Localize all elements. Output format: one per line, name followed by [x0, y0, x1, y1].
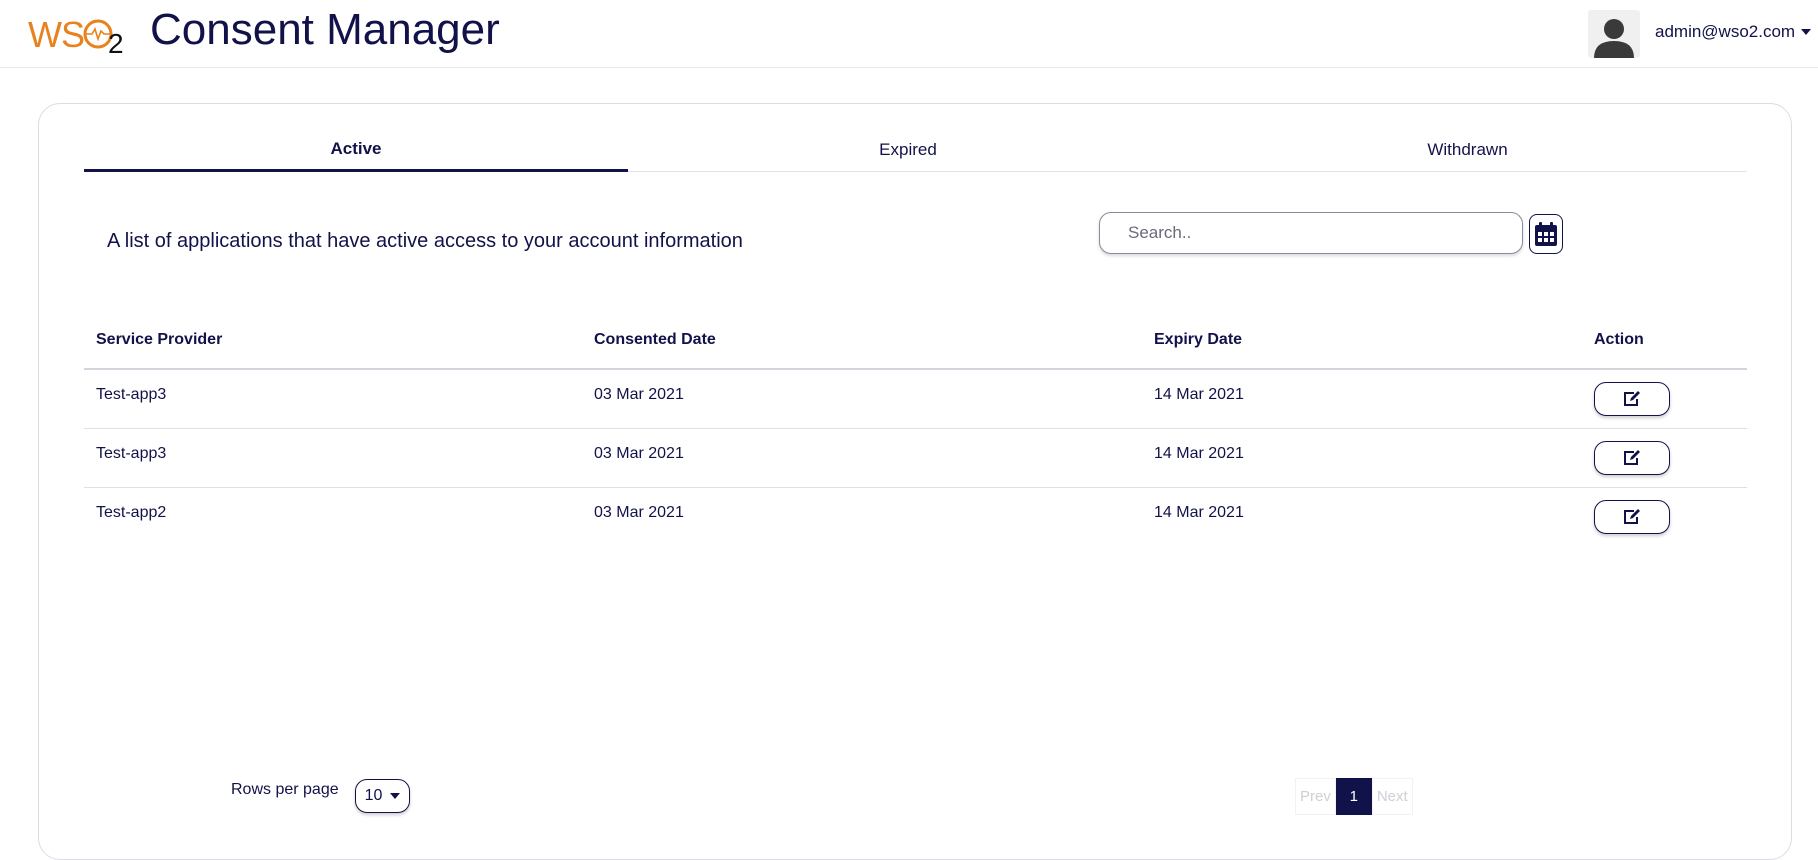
rows-per-page-select[interactable]: 10	[355, 779, 410, 813]
consents-card: Active Expired Withdrawn A list of appli…	[38, 103, 1792, 860]
edit-icon	[1624, 391, 1640, 406]
app-header: WS 2 Consent Manager admin@wso2.com	[0, 0, 1818, 68]
tab-expired[interactable]: Expired	[628, 128, 1188, 172]
pagination: Prev 1 Next	[1295, 778, 1413, 815]
header-consented-date[interactable]: Consented Date	[582, 312, 1142, 370]
calendar-icon	[1535, 222, 1557, 246]
cell-service-provider: Test-app3	[84, 428, 582, 488]
cell-expiry-date: 14 Mar 2021	[1154, 503, 1244, 521]
table-row: Test-app3 03 Mar 2021 14 Mar 2021	[84, 369, 1747, 429]
next-page-button[interactable]: Next	[1371, 778, 1413, 815]
logo-text: WS	[28, 14, 85, 55]
cell-expiry-date: 14 Mar 2021	[1142, 369, 1582, 429]
chevron-down-icon	[390, 793, 401, 799]
user-email: admin@wso2.com	[1655, 22, 1796, 41]
header-expiry-date[interactable]: Expiry Date	[1142, 312, 1582, 370]
date-filter-button[interactable]	[1529, 214, 1563, 254]
edit-consent-button[interactable]	[1594, 382, 1670, 416]
chevron-down-icon	[1801, 29, 1812, 35]
section-description: A list of applications that have active …	[107, 230, 743, 252]
cell-consented-date: 03 Mar 2021	[582, 428, 1142, 488]
table-row: Test-app2 03 Mar 2021 14 Mar 2021	[84, 487, 1747, 546]
tab-active[interactable]: Active	[84, 128, 628, 172]
cell-action	[1582, 487, 1747, 546]
avatar-silhouette-icon	[1594, 19, 1634, 58]
user-menu-dropdown[interactable]: admin@wso2.com	[1655, 22, 1812, 42]
logo-subscript: 2	[108, 28, 124, 59]
rows-per-page-value: 10	[364, 787, 383, 804]
tab-withdrawn[interactable]: Withdrawn	[1188, 128, 1747, 172]
page-title: Consent Manager	[150, 5, 500, 54]
page-number-button[interactable]: 1	[1335, 778, 1372, 815]
cell-action	[1582, 428, 1747, 488]
cell-service-provider: Test-app3	[84, 369, 582, 429]
wso2-logo: WS 2	[28, 6, 128, 59]
table-row: Test-app3 03 Mar 2021 14 Mar 2021	[84, 428, 1747, 488]
header-action: Action	[1582, 312, 1747, 370]
edit-icon	[1624, 449, 1640, 465]
cell-consented-date: 03 Mar 2021	[594, 503, 684, 521]
edit-icon	[1624, 508, 1640, 524]
table-header-row: Service Provider Consented Date Expiry D…	[84, 312, 1747, 370]
prev-page-button[interactable]: Prev	[1295, 778, 1336, 815]
consent-tabs: Active Expired Withdrawn	[84, 128, 1747, 172]
cell-expiry-date: 14 Mar 2021	[1142, 428, 1582, 488]
edit-consent-button[interactable]	[1594, 499, 1670, 534]
cell-action	[1582, 369, 1747, 429]
consents-table: Service Provider Consented Date Expiry D…	[84, 312, 1747, 546]
user-avatar-icon[interactable]	[1588, 10, 1640, 58]
edit-consent-button[interactable]	[1594, 440, 1670, 475]
cell-service-provider: Test-app2	[96, 503, 167, 521]
search-input[interactable]	[1099, 212, 1523, 254]
cell-consented-date: 03 Mar 2021	[582, 369, 1142, 429]
rows-per-page-label: Rows per page	[231, 781, 339, 798]
header-service-provider[interactable]: Service Provider	[84, 312, 582, 370]
